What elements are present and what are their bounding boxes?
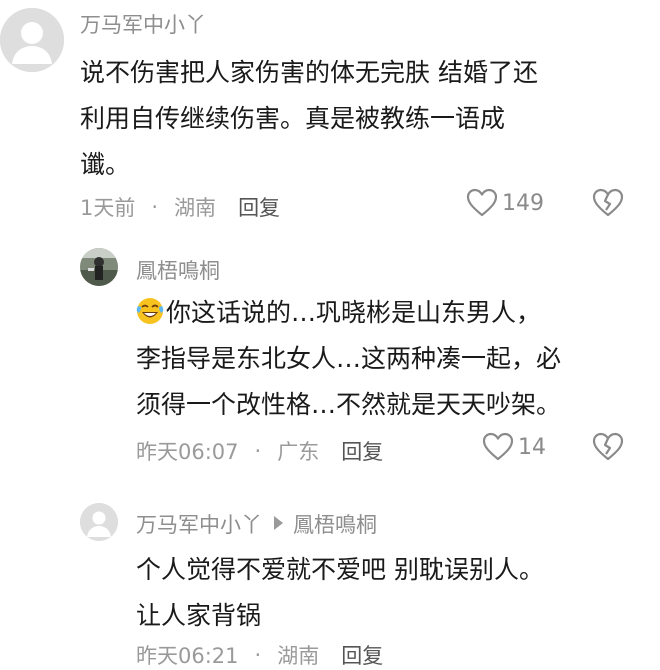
- broken-heart-icon: [592, 188, 624, 217]
- comment-text-line: 利用自传继续伤害。真是被教练一语成: [80, 104, 506, 133]
- comment-location: 湖南: [174, 196, 217, 220]
- comment-username[interactable]: 鳳梧鳴桐: [136, 255, 220, 285]
- meta-separator: ·: [151, 195, 159, 219]
- meta-separator: ·: [254, 439, 262, 463]
- comment-text-line: 谶。: [80, 150, 131, 179]
- comment-text: 你这话说的…巩晓彬是山东男人， 李指导是东北女人…这两种凑一起，必 须得一个改性…: [136, 290, 646, 428]
- meta-separator: ·: [254, 643, 262, 667]
- comment-location: 广东: [277, 440, 320, 464]
- comment-username[interactable]: 万马军中小丫: [136, 513, 262, 537]
- like-button[interactable]: 14: [482, 432, 546, 462]
- like-count: 149: [502, 190, 544, 216]
- avatar[interactable]: [80, 248, 118, 286]
- reply-button[interactable]: 回复: [238, 192, 280, 222]
- avatar[interactable]: [80, 503, 118, 541]
- comment-meta: 昨天06:07 · 广东 回复: [136, 436, 383, 466]
- user-photo-avatar: [80, 248, 118, 286]
- comment-text-segment: 你这话说的…巩晓彬是山东男人，: [166, 298, 542, 327]
- comment-text-line: 你这话说的…巩晓彬是山东男人，: [136, 290, 646, 336]
- reply-arrow-icon: [274, 516, 283, 530]
- default-avatar-icon: [0, 8, 64, 72]
- comment-text-line: 李指导是东北女人…这两种凑一起，必: [136, 344, 562, 373]
- comment-meta: 1天前 · 湖南 回复: [80, 192, 280, 222]
- comment-text-line: 说不伤害把人家伤害的体无完肤 结婚了还: [80, 58, 538, 87]
- dislike-button[interactable]: [592, 188, 624, 222]
- reply-button[interactable]: 回复: [341, 640, 383, 670]
- broken-heart-icon: [592, 432, 624, 461]
- comment-text: 说不伤害把人家伤害的体无完肤 结婚了还 利用自传继续伤害。真是被教练一语成 谶。: [80, 50, 640, 188]
- comment-time: 1天前: [80, 196, 136, 220]
- dislike-button[interactable]: [592, 432, 624, 466]
- comment-text: 个人觉得不爱就不爱吧 别耽误别人。 让人家背锅: [136, 547, 646, 639]
- comment-text-line: 须得一个改性格…不然就是天天吵架。: [136, 390, 562, 419]
- comment-username[interactable]: 万马军中小丫: [80, 9, 206, 39]
- avatar[interactable]: [0, 8, 64, 72]
- comment-text-line: 个人觉得不爱就不爱吧 别耽误别人。: [136, 555, 544, 584]
- crying-laughing-emoji: [136, 298, 164, 324]
- reply-header: 万马军中小丫 鳳梧鳴桐: [136, 509, 377, 539]
- heart-outline-icon: [482, 432, 514, 461]
- reply-button[interactable]: 回复: [341, 436, 383, 466]
- heart-outline-icon: [466, 188, 498, 217]
- default-avatar-icon: [80, 503, 118, 541]
- comment-time: 昨天06:07: [136, 440, 239, 464]
- reply-to-username[interactable]: 鳳梧鳴桐: [293, 513, 377, 537]
- comment-text-line: 让人家背锅: [136, 601, 262, 630]
- like-count: 14: [518, 434, 546, 460]
- comment-location: 湖南: [277, 644, 320, 668]
- comment-meta: 昨天06:21 · 湖南 回复: [136, 640, 383, 670]
- like-button[interactable]: 149: [466, 188, 544, 218]
- comment-time: 昨天06:21: [136, 644, 239, 668]
